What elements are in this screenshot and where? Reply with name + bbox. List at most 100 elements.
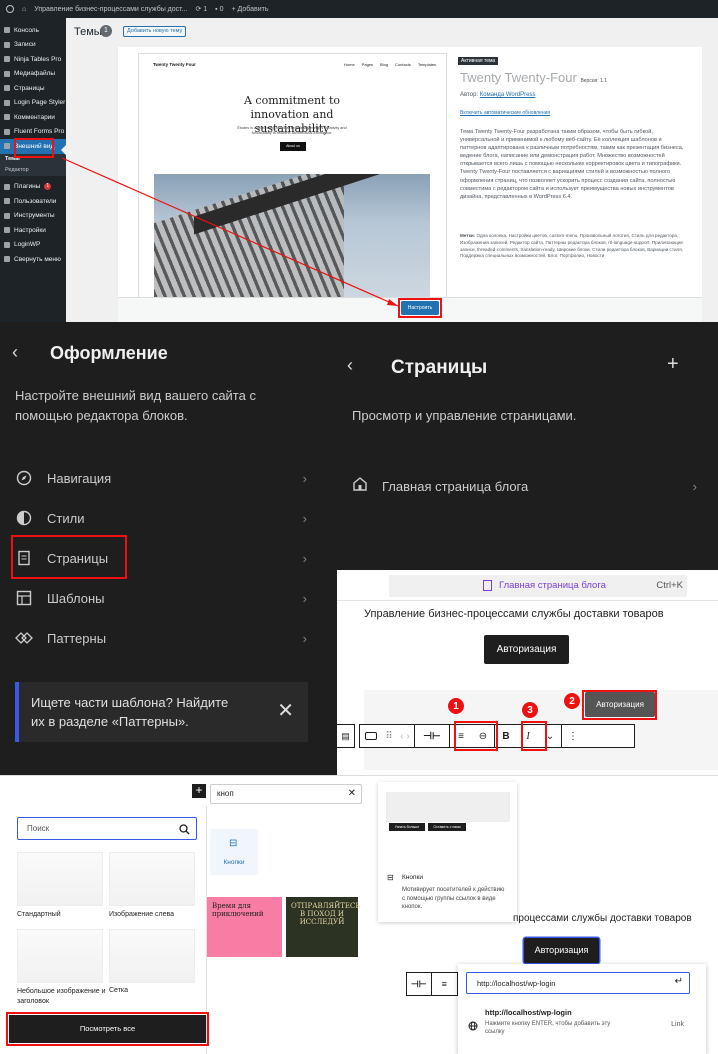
- suggestion-desc: Нажмите кнопку ENTER, чтобы добавить эту…: [485, 1021, 611, 1035]
- submit-enter-icon[interactable]: ↵: [675, 976, 683, 987]
- chevron-right-icon: ›: [692, 478, 697, 494]
- suggestion-title: http://localhost/wp-login: [485, 1008, 572, 1017]
- highlight-link: [521, 721, 547, 751]
- buttons-block-icon[interactable]: [360, 725, 382, 747]
- suggestion-type: Link: [671, 1021, 684, 1028]
- block-preview-and-link-panel: Узнать больше Оставить с нами ⊟ Кнопки М…: [372, 775, 718, 1054]
- move-arrows-icon[interactable]: ‹ ›: [396, 725, 414, 747]
- nav-item-label: Стили: [47, 510, 85, 526]
- clear-search-icon[interactable]: ✕: [348, 788, 356, 799]
- nav-navigation[interactable]: Навигация ›: [15, 458, 315, 498]
- preview-button: Оставить с нами: [428, 823, 466, 831]
- compass-icon: [15, 469, 33, 487]
- home-icon: [352, 476, 368, 497]
- highlight-button: [582, 690, 657, 720]
- pattern-image-left[interactable]: [109, 852, 195, 906]
- link-url-input[interactable]: http://localhost/wp-login ↵: [466, 972, 690, 994]
- highlight-justify: [454, 721, 498, 751]
- close-icon[interactable]: ✕: [277, 698, 294, 723]
- panel-description: Настройте внешний вид вашего сайта с пом…: [15, 388, 256, 423]
- highlight-pages: [11, 535, 127, 579]
- partial-toolbar: ⊣⊢ ≡: [406, 972, 458, 996]
- design-sidebar-panel: ‹ Оформление Настройте внешний вид вашег…: [0, 322, 337, 775]
- add-block-icon[interactable]: +: [192, 784, 206, 798]
- page-icon: [483, 580, 492, 591]
- chevron-right-icon: ›: [302, 470, 307, 486]
- step-badge-2: 2: [563, 692, 581, 710]
- command-bar[interactable]: Главная страница блога Ctrl+K: [389, 575, 687, 597]
- buttons-block-icon: ⊟: [229, 838, 238, 849]
- back-chevron-icon[interactable]: ‹: [12, 342, 18, 363]
- pointer-arrow: [61, 157, 399, 307]
- chevron-right-icon: ›: [302, 550, 307, 566]
- wp-admin-themes-screen: ⌂ Управление бизнес-процессами службы до…: [0, 0, 718, 322]
- options-icon[interactable]: ⋮: [562, 725, 584, 747]
- globe-icon: [468, 1018, 478, 1036]
- pages-sidebar-panel: ‹ Страницы + Просмотр и управление стран…: [337, 322, 718, 570]
- highlight-view-all: [6, 1012, 209, 1046]
- panel-title: Оформление: [50, 343, 168, 363]
- justify-icon[interactable]: ⊣⊢: [415, 725, 449, 747]
- add-page-icon[interactable]: +: [667, 353, 679, 376]
- pattern-card-pink[interactable]: Время для приключений: [207, 897, 282, 957]
- layout-icon: [15, 589, 33, 607]
- bold-button[interactable]: B: [495, 725, 517, 747]
- block-preview-card: Узнать больше Оставить с нами ⊟ Кнопки М…: [378, 782, 517, 922]
- pattern-card-dark[interactable]: ОТПРАВЛЯЙТЕСЬ В ПОХОД И ИССЛЕДУЙ: [286, 897, 361, 957]
- chevron-right-icon: ›: [302, 590, 307, 606]
- nav-templates[interactable]: Шаблоны ›: [15, 578, 315, 618]
- chevron-right-icon: ›: [302, 510, 307, 526]
- block-inserter-panel: + кноп ✕ ⊟ Кнопки Время для приключений …: [0, 775, 372, 1054]
- nav-item-label: Навигация: [47, 470, 112, 486]
- align-icon[interactable]: ≡: [432, 973, 457, 995]
- pattern-standard[interactable]: [17, 852, 103, 906]
- notice-text: Ищете части шаблона? Найдите их в раздел…: [31, 695, 229, 729]
- preview-block-name: Кнопки: [402, 874, 423, 881]
- search-icon: [179, 822, 190, 840]
- block-editor-canvas: Главная страница блога Ctrl+K Управление…: [337, 570, 718, 780]
- patterns-search-placeholder: Поиск: [27, 824, 50, 833]
- step-badge-1: 1: [447, 697, 465, 715]
- command-bar-title: Главная страница блога: [499, 580, 606, 591]
- step-badge-3: 3: [521, 701, 539, 719]
- justify-icon[interactable]: ⊣⊢: [407, 973, 431, 995]
- parent-block-icon[interactable]: ▤: [337, 724, 355, 748]
- preview-block-desc: Мотивирует посетителей к действию с помо…: [402, 887, 505, 910]
- panel-title: Страницы: [391, 357, 488, 378]
- page-item-label: Главная страница блога: [382, 478, 529, 494]
- preview-area: [386, 792, 510, 852]
- buttons-block-icon: ⊟: [387, 873, 394, 882]
- inserter-search-value: кноп: [217, 789, 234, 798]
- nav-item-label: Паттерны: [47, 630, 107, 646]
- page-list-item[interactable]: Главная страница блога ›: [352, 472, 697, 500]
- patterns-notice: Ищете части шаблона? Найдите их в раздел…: [15, 682, 308, 742]
- pattern-card-title: Время для приключений: [212, 902, 264, 918]
- nav-item-label: Шаблоны: [47, 590, 105, 606]
- pattern-grid[interactable]: [109, 929, 195, 983]
- command-shortcut: Ctrl+K: [656, 580, 683, 591]
- panel-description: Просмотр и управление страницами.: [352, 408, 577, 423]
- patterns-search-field[interactable]: Поиск: [17, 817, 197, 840]
- back-chevron-icon[interactable]: ‹: [347, 355, 353, 376]
- buttons-block-label: Кнопки: [223, 859, 245, 866]
- pattern-label: Стандартный: [17, 911, 61, 918]
- drag-handle-icon[interactable]: ⠿: [382, 725, 396, 747]
- site-title-partial: процессами службы доставки товаров: [513, 913, 692, 924]
- chevron-right-icon: ›: [302, 630, 307, 646]
- buttons-block-item[interactable]: ⊟ Кнопки: [210, 829, 258, 875]
- pattern-card-title: ОТПРАВЛЯЙТЕСЬ В ПОХОД И ИССЛЕДУЙ: [291, 902, 361, 926]
- nav-styles[interactable]: Стили ›: [15, 498, 315, 538]
- link-url-value: http://localhost/wp-login: [477, 979, 556, 988]
- symbol-icon: [15, 629, 33, 647]
- pattern-small-image-heading[interactable]: [17, 929, 103, 983]
- link-suggestion[interactable]: http://localhost/wp-login Нажмите кнопку…: [466, 1004, 690, 1042]
- site-title[interactable]: Управление бизнес-процессами службы дост…: [364, 608, 664, 620]
- auth-button[interactable]: Авторизация: [484, 635, 569, 664]
- pattern-label: Небольшое изображение и заголовок: [17, 988, 106, 1005]
- pattern-label: Изображение слева: [109, 911, 175, 918]
- preview-button: Узнать больше: [389, 823, 425, 831]
- auth-button[interactable]: Авторизация: [524, 938, 599, 963]
- nav-patterns[interactable]: Паттерны ›: [15, 618, 315, 658]
- link-popover: http://localhost/wp-login ↵ http://local…: [458, 964, 706, 1054]
- inserter-search-field[interactable]: кноп ✕: [210, 784, 362, 804]
